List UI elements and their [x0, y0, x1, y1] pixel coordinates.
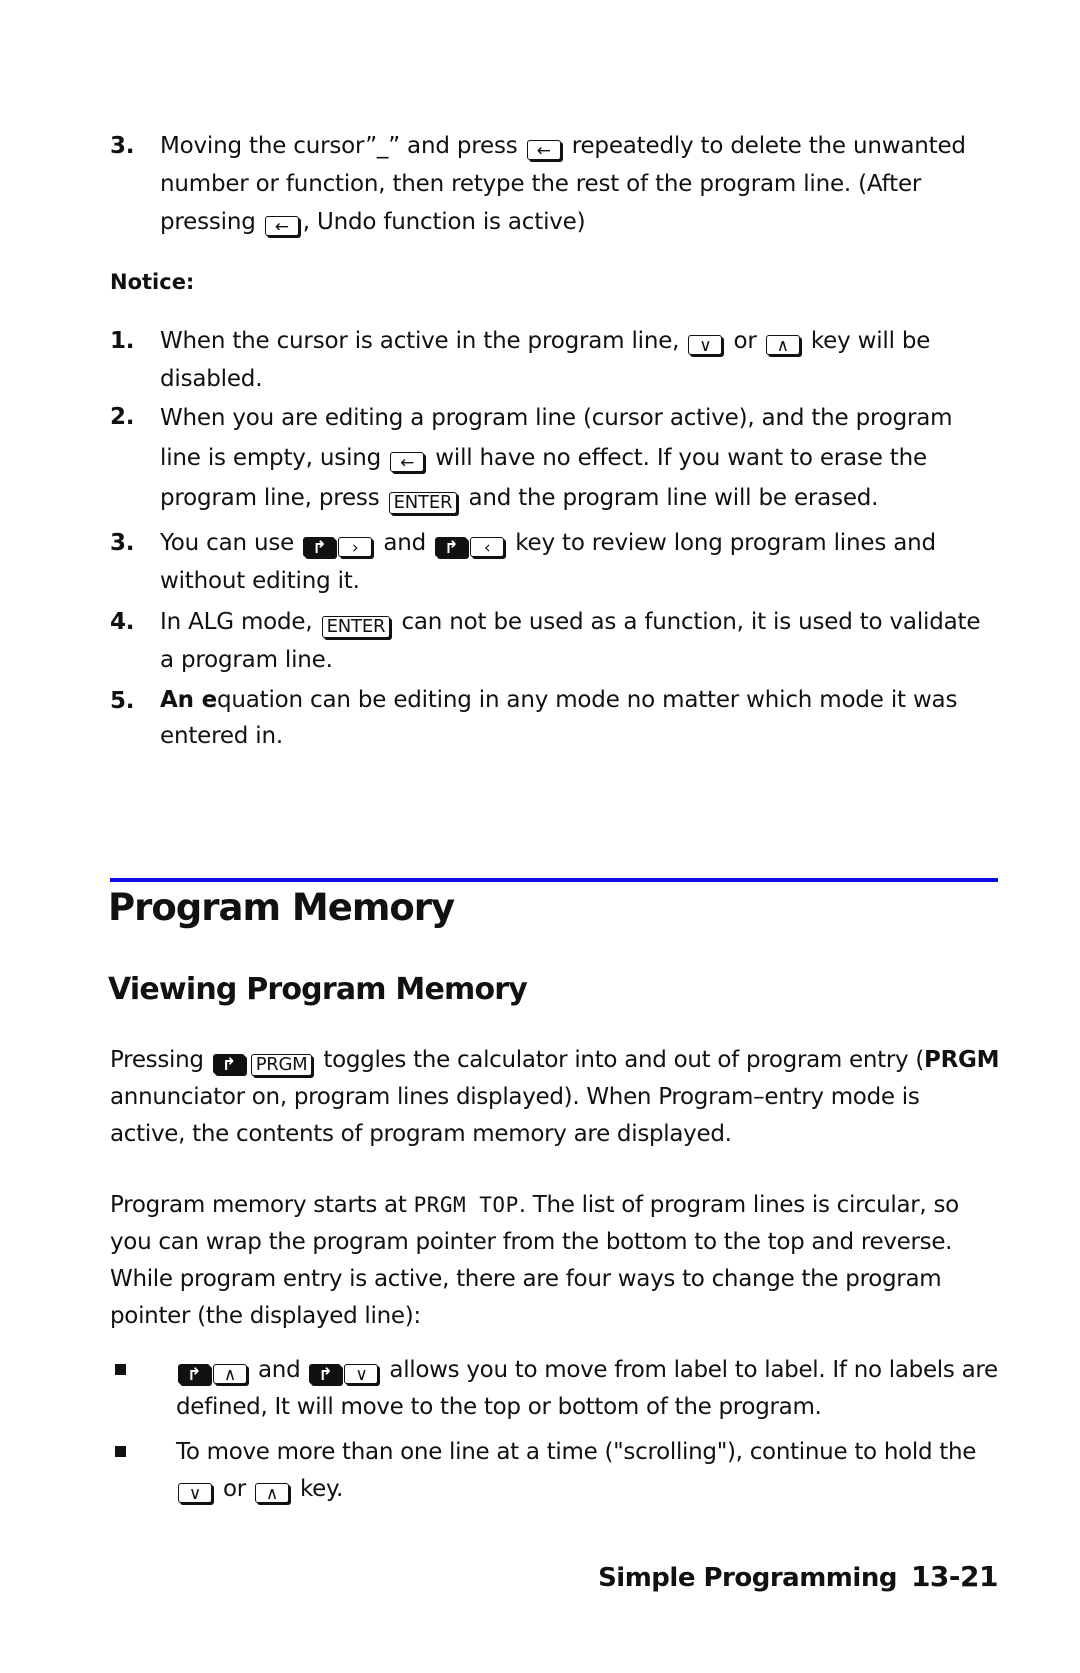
- para-text: toggles the calculator into and out of p…: [316, 1047, 925, 1073]
- bullet-square-icon: [115, 1364, 126, 1375]
- notice-text: quation can be editing in any mode no ma…: [160, 687, 958, 749]
- right-shift-key-icon: ↱: [435, 537, 468, 558]
- up-arrow-key-icon: ∧: [765, 335, 800, 356]
- para-text: Program memory starts at: [110, 1192, 414, 1218]
- backspace-key-icon: ←: [390, 452, 425, 473]
- notice-text: You can use: [160, 530, 302, 556]
- notice-item-4: 4. In ALG mode, ENTER can not be used as…: [110, 603, 1000, 679]
- step-number: 3.: [110, 133, 135, 159]
- notice-label: Notice:: [110, 270, 195, 294]
- notice-number: 3.: [110, 530, 135, 556]
- bullet-item-1: ↱ ∧ and ↱ ∨ allows you to move from label …: [110, 1352, 1000, 1426]
- notice-number: 1.: [110, 328, 135, 354]
- right-arrow-key-icon: ›: [338, 537, 373, 558]
- prgm-annunciator: PRGM: [924, 1047, 1000, 1073]
- right-shift-key-icon: ↱: [309, 1364, 342, 1385]
- up-arrow-key-icon: ∧: [254, 1483, 289, 1504]
- manual-page: 3. Moving the cursor”_” and press ← repe…: [0, 0, 1080, 1673]
- enter-key-icon: ENTER: [388, 492, 458, 514]
- notice-number: 2.: [110, 404, 135, 430]
- page-footer: Simple Programming 13-21: [598, 1560, 998, 1593]
- notice-item-5: 5. An equation can be editing in any mod…: [110, 682, 1000, 754]
- left-arrow-key-icon: ‹: [470, 537, 505, 558]
- step-text: Moving the cursor”_” and press: [160, 133, 525, 159]
- notice-text: or: [726, 328, 764, 354]
- notice-text: and: [376, 530, 434, 556]
- notice-item-3: 3. You can use ↱ › and ↱ ‹ key to review l…: [110, 524, 1000, 600]
- up-arrow-key-icon: ∧: [213, 1364, 247, 1385]
- backspace-key-icon: ←: [526, 140, 561, 161]
- section-divider: [110, 878, 998, 882]
- backspace-key-icon: ←: [264, 216, 299, 237]
- para-text: Pressing: [110, 1047, 211, 1073]
- bullet-text: and: [251, 1357, 308, 1383]
- chapter-title: Simple Programming: [598, 1563, 897, 1593]
- right-shift-key-icon: ↱: [178, 1364, 210, 1385]
- notice-number: 5.: [110, 688, 135, 714]
- step-3: 3. Moving the cursor”_” and press ← repe…: [110, 127, 1000, 241]
- notice-bold-lead: An e: [160, 687, 217, 713]
- prgm-key-icon: PRGM: [250, 1054, 313, 1076]
- right-shift-key-icon: ↱: [303, 537, 336, 558]
- notice-number: 4.: [110, 609, 135, 635]
- bullet-square-icon: [115, 1446, 126, 1457]
- bullet-item-2: To move more than one line at a time ("s…: [110, 1434, 1000, 1508]
- bullet-text: key.: [292, 1476, 344, 1502]
- step-text: , Undo function is active): [302, 209, 586, 235]
- section-title: Program Memory: [108, 886, 455, 929]
- down-arrow-key-icon: ∨: [178, 1483, 212, 1504]
- notice-text: In ALG mode,: [160, 609, 320, 635]
- paragraph-program-memory: Program memory starts at PRGM TOP. The l…: [110, 1187, 1000, 1335]
- lcd-text: PRGM TOP: [413, 1193, 519, 1217]
- down-arrow-key-icon: ∨: [688, 335, 723, 356]
- notice-text: and the program line will be erased.: [461, 485, 879, 511]
- page-number: 13-21: [910, 1560, 999, 1593]
- paragraph-prgm-toggle: Pressing ↱ PRGM toggles the calculator in…: [110, 1042, 1000, 1153]
- right-shift-key-icon: ↱: [212, 1054, 245, 1075]
- notice-item-1: 1. When the cursor is active in the prog…: [110, 322, 1000, 398]
- para-text: annunciator on, program lines displayed)…: [110, 1084, 920, 1147]
- bullet-text: or: [216, 1476, 253, 1502]
- notice-text: When the cursor is active in the program…: [160, 328, 687, 354]
- enter-key-icon: ENTER: [321, 616, 391, 638]
- subsection-title: Viewing Program Memory: [108, 972, 528, 1007]
- notice-item-2: 2. When you are editing a program line (…: [110, 398, 1000, 518]
- down-arrow-key-icon: ∨: [344, 1364, 379, 1385]
- bullet-text: To move more than one line at a time ("s…: [176, 1439, 977, 1465]
